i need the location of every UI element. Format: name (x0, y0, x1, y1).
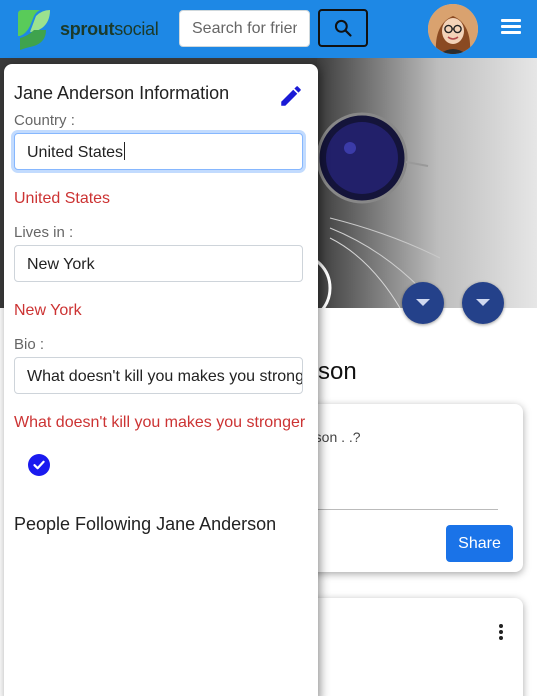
brand-name: sproutsocial (60, 18, 159, 40)
bio-label: Bio : (14, 336, 45, 353)
search-icon (334, 19, 352, 37)
bio-input[interactable]: What doesn't kill you makes you stronger (14, 357, 303, 394)
user-avatar[interactable] (428, 4, 478, 54)
post-input-underline (310, 509, 498, 510)
country-input-value: United States (27, 144, 124, 161)
cover-dropdown-button[interactable] (402, 282, 444, 324)
check-circle-icon[interactable] (28, 454, 50, 476)
feed-post-card (300, 598, 523, 696)
country-label: Country : (14, 112, 75, 129)
text-cursor (124, 142, 126, 160)
lives-in-input[interactable]: New York (14, 245, 303, 282)
brand-name-light: social (114, 18, 159, 39)
top-navbar: sproutsocial (0, 0, 537, 58)
brand-name-bold: sprout (60, 18, 115, 39)
menu-icon[interactable] (498, 16, 524, 38)
profile-name: son (318, 358, 357, 385)
chevron-down-icon (476, 299, 490, 306)
info-panel-title: Jane Anderson Information (14, 83, 230, 103)
search-button[interactable] (318, 9, 368, 47)
chevron-down-icon (416, 299, 430, 306)
country-value: United States (14, 190, 111, 207)
lives-in-value: New York (14, 302, 82, 319)
edit-pencil-icon[interactable] (278, 83, 304, 109)
brand-logo[interactable]: sproutsocial (16, 8, 159, 50)
lives-in-label: Lives in : (14, 224, 74, 241)
country-input[interactable]: United States (14, 133, 303, 170)
profile-dropdown-button[interactable] (462, 282, 504, 324)
more-vert-icon[interactable] (496, 624, 506, 644)
share-button[interactable]: Share (446, 525, 513, 562)
following-title: People Following Jane Anderson (14, 514, 277, 534)
search-input[interactable] (179, 10, 310, 47)
sproutsocial-logo-icon (16, 8, 52, 50)
bio-value: What doesn't kill you makes you stronger (14, 414, 306, 431)
